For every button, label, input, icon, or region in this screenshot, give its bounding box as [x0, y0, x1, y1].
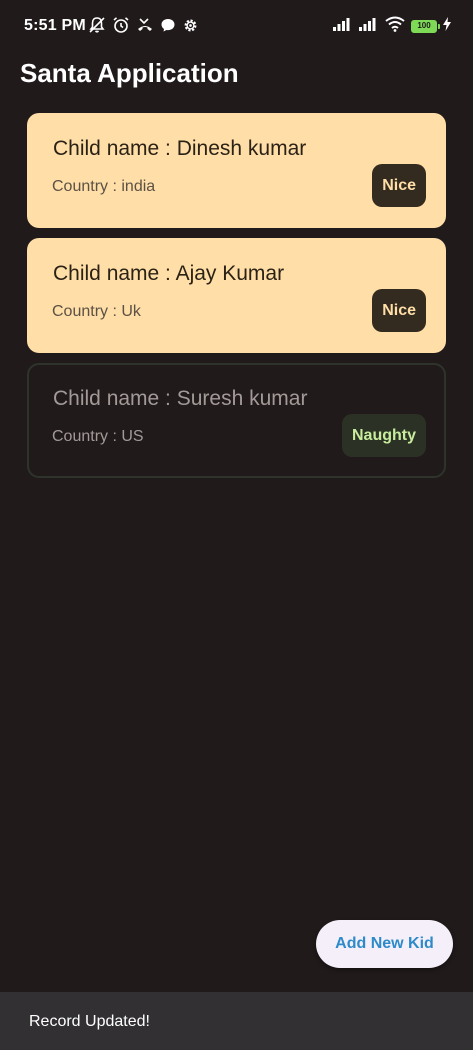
snackbar-message: Record Updated!: [29, 1013, 150, 1030]
status-chip-naughty[interactable]: Naughty: [342, 414, 426, 457]
battery-icon: 100: [411, 20, 440, 33]
chat-bubble-icon: [160, 17, 176, 38]
kid-country: Country : US: [52, 428, 144, 445]
missed-call-icon: [136, 16, 154, 39]
kid-name: Child name : Dinesh kumar: [53, 137, 307, 160]
app-title: Santa Application: [20, 58, 239, 88]
system-icons: 100: [333, 16, 451, 37]
mute-icon: [88, 16, 106, 39]
kid-country: Country : Uk: [52, 303, 141, 320]
snackbar: Record Updated!: [0, 992, 473, 1050]
notification-icons: [88, 16, 199, 39]
wifi-icon: [385, 16, 405, 37]
signal-icon: [333, 17, 353, 36]
charging-bolt-icon: [443, 17, 451, 36]
settings-gear-icon: [182, 17, 199, 39]
app-screen: 5:51 PM 100 Santa Application Child name…: [0, 0, 473, 1050]
status-chip-nice[interactable]: Nice: [372, 289, 426, 332]
kid-card[interactable]: Child name : Suresh kumar Country : US N…: [27, 363, 446, 478]
kid-card[interactable]: Child name : Dinesh kumar Country : indi…: [27, 113, 446, 228]
signal-icon: [359, 17, 379, 36]
add-new-kid-button[interactable]: Add New Kid: [316, 920, 453, 968]
kid-name: Child name : Ajay Kumar: [53, 262, 285, 285]
alarm-icon: [112, 16, 130, 39]
status-chip-nice[interactable]: Nice: [372, 164, 426, 207]
kid-name: Child name : Suresh kumar: [53, 387, 308, 410]
kid-country: Country : india: [52, 178, 156, 195]
status-time: 5:51 PM: [24, 17, 86, 34]
kid-card[interactable]: Child name : Ajay Kumar Country : Uk Nic…: [27, 238, 446, 353]
status-bar: 5:51 PM 100: [0, 0, 473, 54]
